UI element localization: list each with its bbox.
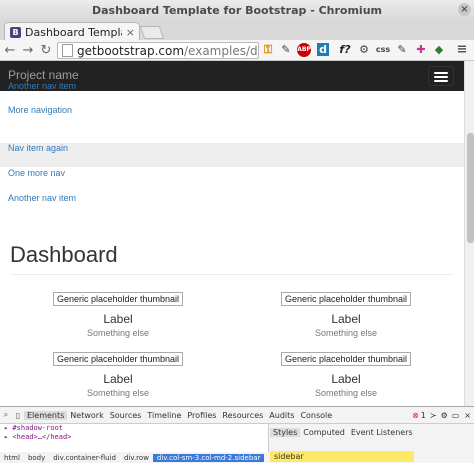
page-viewport: Project name Another nav item More navig…: [0, 61, 464, 406]
placeholder-card: Generic placeholder thumbnail Label Some…: [28, 347, 208, 398]
edit-extension-icon[interactable]: ✎: [396, 42, 408, 58]
sidebar-item[interactable]: Another nav item: [0, 193, 464, 217]
eyedropper-extension-icon[interactable]: ✎: [280, 42, 292, 58]
tab-profiles[interactable]: Profiles: [184, 411, 219, 420]
key-extension-icon[interactable]: ⚿: [262, 42, 274, 58]
placeholder-label: Label: [103, 372, 133, 386]
gear-extension-icon[interactable]: ⚙: [358, 42, 370, 58]
css-extension-icon[interactable]: css: [375, 42, 391, 58]
error-icon[interactable]: ⊗: [412, 411, 419, 420]
sidebar-item[interactable]: More navigation: [0, 105, 464, 129]
bootstrap-favicon-icon: B: [10, 26, 21, 38]
green-extension-icon[interactable]: ◆: [433, 42, 445, 58]
settings-icon[interactable]: ⚙: [439, 411, 450, 420]
browser-tab[interactable]: B Dashboard Template for Bootstrap ×: [4, 22, 140, 41]
page-scrollbar[interactable]: [464, 61, 474, 406]
tab-timeline[interactable]: Timeline: [144, 411, 184, 420]
placeholder-subtext: Something else: [314, 328, 378, 338]
console-drawer-icon[interactable]: ≻: [428, 411, 439, 420]
page-icon: [62, 44, 73, 57]
placeholder-label: Label: [331, 372, 361, 386]
adblock-extension-icon[interactable]: ABP: [297, 43, 311, 57]
devtools-panel: ⌕ ▯ Elements Network Sources Timeline Pr…: [0, 406, 474, 463]
close-window-icon[interactable]: ×: [458, 3, 471, 16]
breadcrumb-item[interactable]: html: [0, 454, 24, 462]
breadcrumb-item[interactable]: body: [24, 454, 49, 462]
menu-icon[interactable]: ≡: [455, 42, 469, 58]
dock-icon[interactable]: ▭: [450, 411, 462, 420]
tab-event-listeners[interactable]: Event Listeners: [348, 428, 416, 437]
styles-tabs: Styles Computed Event Listeners: [270, 424, 474, 440]
reload-icon[interactable]: ↻: [38, 43, 54, 58]
url-host: getbootstrap.com: [77, 43, 185, 58]
tab-elements[interactable]: Elements: [24, 410, 68, 420]
tab-network[interactable]: Network: [67, 411, 106, 420]
placeholder-card: Generic placeholder thumbnail Label Some…: [28, 287, 208, 338]
tab-styles[interactable]: Styles: [270, 427, 301, 437]
tab-computed[interactable]: Computed: [300, 428, 348, 437]
dom-node[interactable]: ▸ <head>…</head>: [0, 433, 268, 442]
placeholder-thumbnail: Generic placeholder thumbnail: [280, 352, 412, 366]
placeholder-card: Generic placeholder thumbnail Label Some…: [256, 287, 436, 338]
placeholder-subtext: Something else: [86, 388, 150, 398]
placeholder-thumbnail: Generic placeholder thumbnail: [52, 292, 184, 306]
url-path: /examples/dashboard/: [184, 43, 258, 58]
devtools-tabs: ⌕ ▯ Elements Network Sources Timeline Pr…: [0, 407, 474, 424]
tab-audits[interactable]: Audits: [266, 411, 297, 420]
placeholder-card: Generic placeholder thumbnail Label Some…: [256, 347, 436, 398]
placeholder-subtext: Something else: [314, 388, 378, 398]
sidebar-item[interactable]: Another nav item: [0, 81, 464, 105]
error-count: 1: [420, 410, 426, 420]
tab-close-icon[interactable]: ×: [122, 26, 139, 39]
back-icon[interactable]: ←: [2, 43, 18, 58]
sidebar-item[interactable]: One more nav: [0, 168, 464, 192]
placeholder-thumbnail: Generic placeholder thumbnail: [52, 352, 184, 366]
f-extension-icon[interactable]: f?: [336, 42, 354, 58]
dom-node[interactable]: ▸ #shadow-root: [0, 424, 268, 433]
inspect-icon[interactable]: ⌕: [0, 410, 12, 420]
navbar-brand[interactable]: Project name: [8, 68, 79, 82]
address-bar[interactable]: getbootstrap.com /examples/dashboard/: [57, 42, 259, 59]
forward-icon[interactable]: →: [20, 43, 36, 58]
window-titlebar: Dashboard Template for Bootstrap - Chrom…: [0, 0, 474, 20]
tab-resources[interactable]: Resources: [219, 411, 266, 420]
tab-strip: B Dashboard Template for Bootstrap ×: [0, 20, 474, 41]
tab-title: Dashboard Template for Bootstrap: [25, 25, 122, 39]
placeholder-label: Label: [331, 312, 361, 326]
new-tab-button[interactable]: [139, 26, 165, 39]
styles-filter-input[interactable]: sidebar: [270, 451, 414, 462]
dom-tree: ▸ #shadow-root ▸ <head>…</head>: [0, 424, 269, 452]
d-extension-icon[interactable]: d: [317, 43, 329, 56]
puzzle-extension-icon[interactable]: ✚: [415, 42, 427, 58]
placeholder-label: Label: [103, 312, 133, 326]
close-devtools-icon[interactable]: ×: [461, 411, 474, 420]
tab-console[interactable]: Console: [297, 411, 335, 420]
scrollbar-thumb[interactable]: [467, 133, 474, 243]
hamburger-bar: [434, 72, 448, 74]
browser-toolbar: ← → ↻ getbootstrap.com /examples/dashboa…: [0, 40, 474, 61]
window-title: Dashboard Template for Bootstrap - Chrom…: [91, 3, 382, 17]
device-mode-icon[interactable]: ▯: [12, 411, 24, 420]
placeholder-subtext: Something else: [86, 328, 150, 338]
breadcrumb-item[interactable]: div.row: [120, 454, 153, 462]
sidebar-item-active[interactable]: Nav item again: [0, 143, 464, 167]
hamburger-bar: [434, 76, 448, 78]
page-header: Dashboard: [10, 241, 454, 275]
breadcrumb-item[interactable]: div.container-fluid: [49, 454, 120, 462]
placeholder-thumbnail: Generic placeholder thumbnail: [280, 292, 412, 306]
page-title: Dashboard: [10, 242, 118, 267]
breadcrumb-current[interactable]: div.col-sm-3.col-md-2.sidebar: [152, 454, 265, 462]
tab-sources[interactable]: Sources: [107, 411, 145, 420]
